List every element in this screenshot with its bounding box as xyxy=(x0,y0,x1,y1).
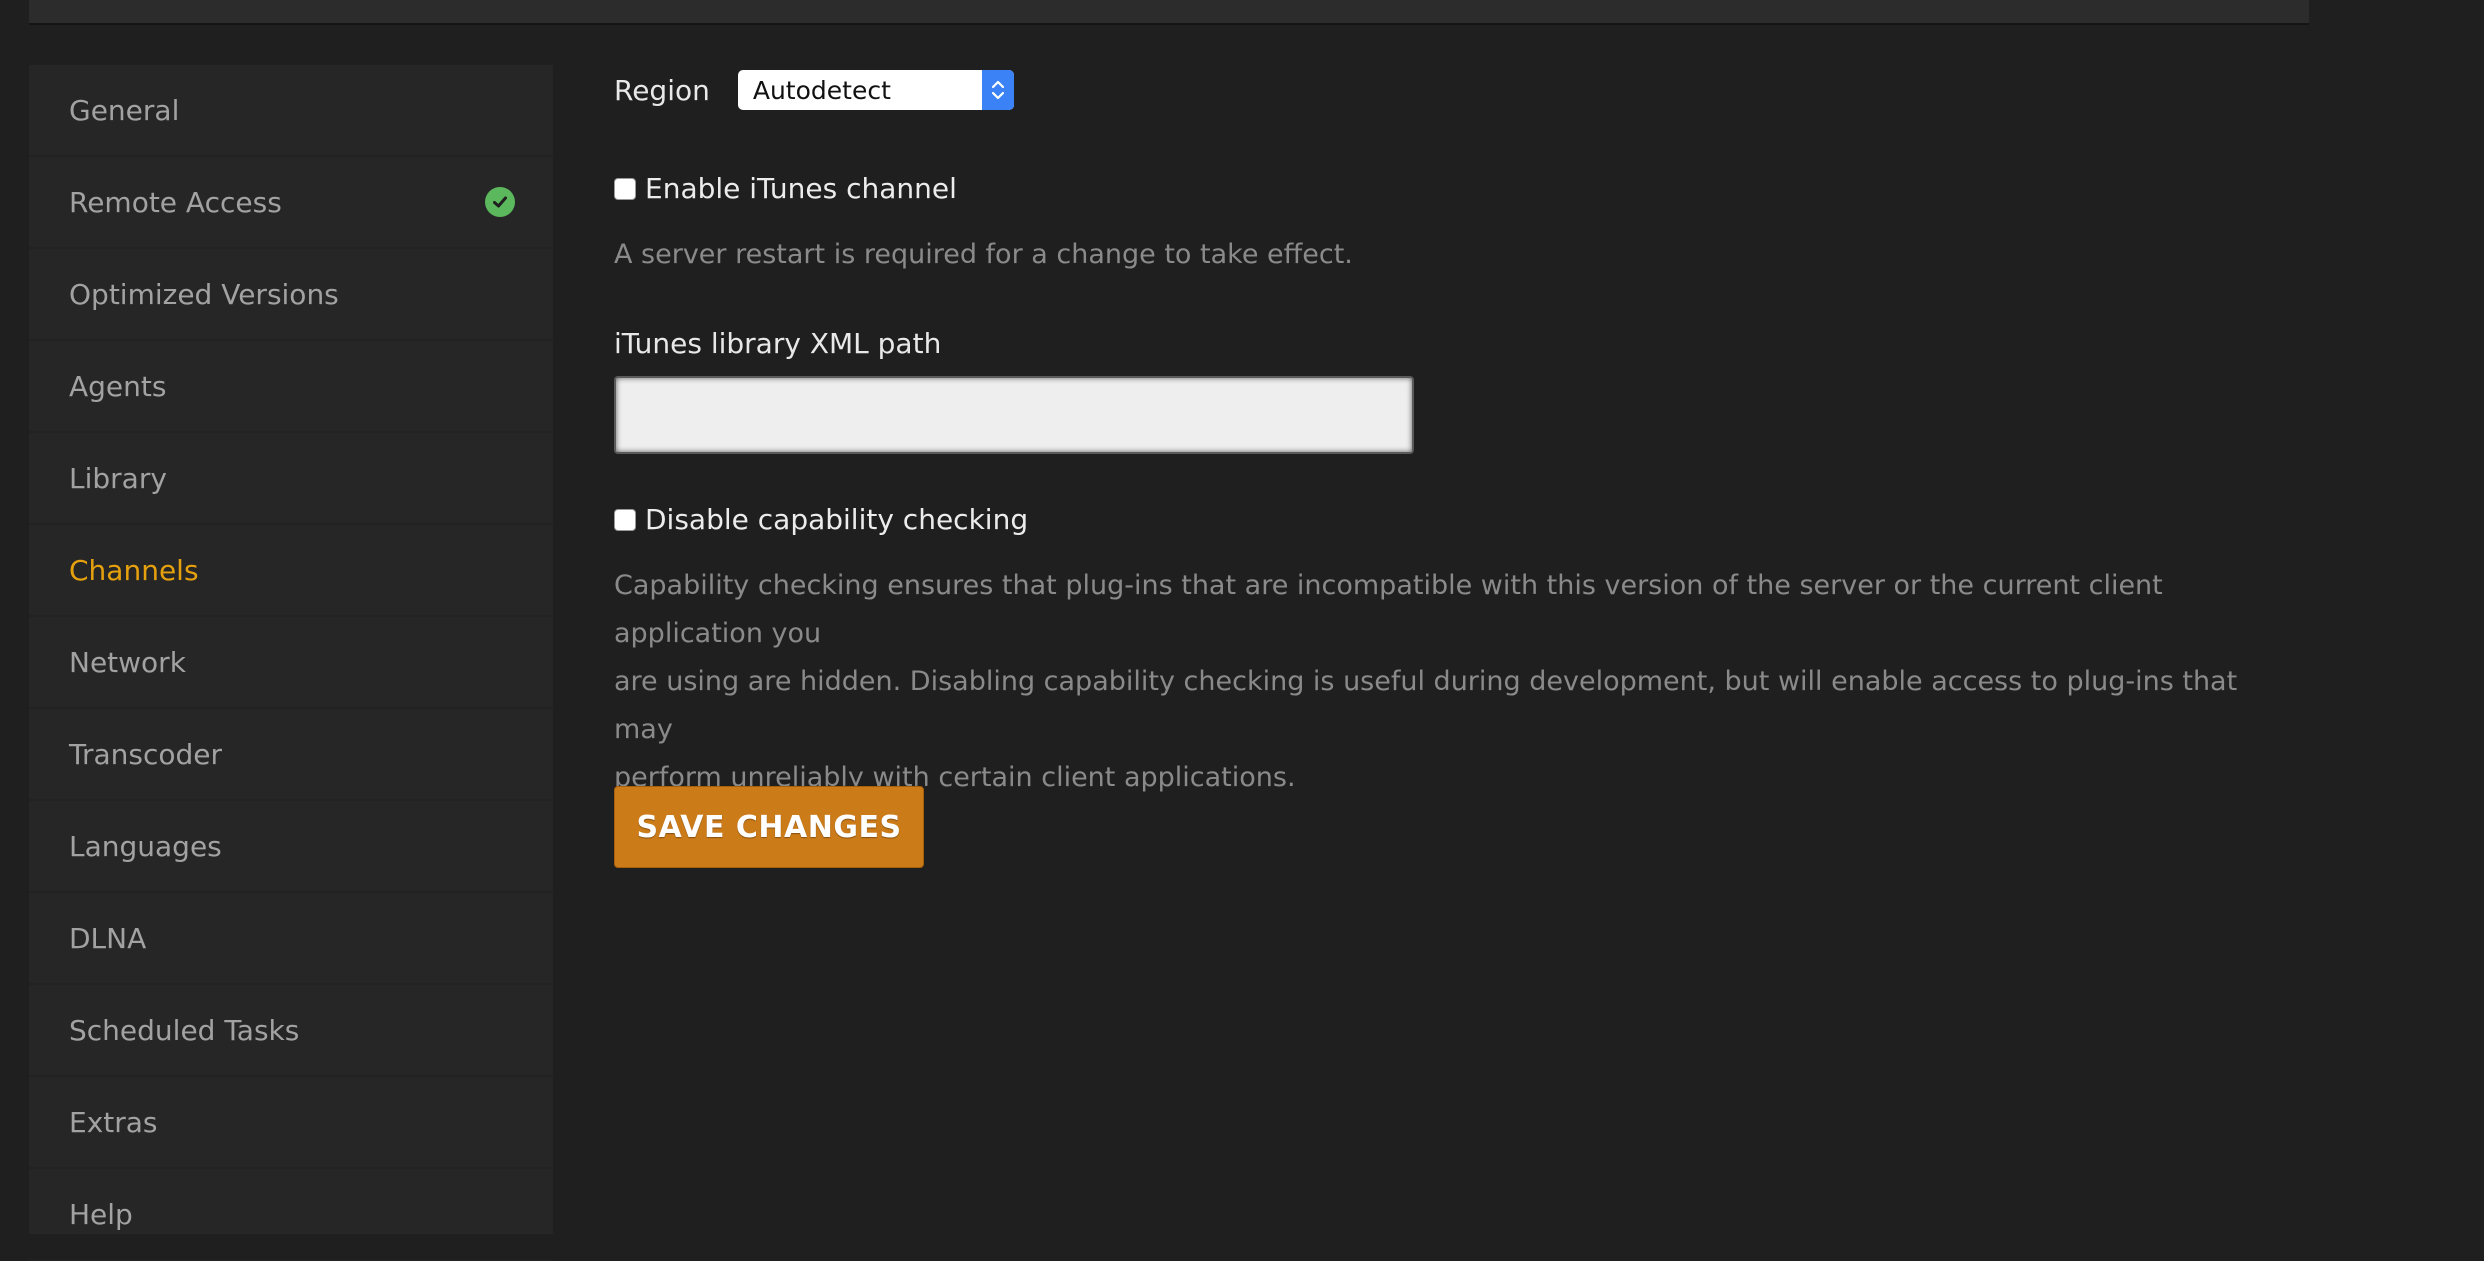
settings-sidebar: General Remote Access Optimized Versions… xyxy=(29,65,553,1261)
select-arrows-icon xyxy=(981,70,1014,110)
sidebar-item-help[interactable]: Help xyxy=(29,1169,553,1261)
sidebar-item-dlna[interactable]: DLNA xyxy=(29,893,553,985)
itunes-path-input[interactable] xyxy=(614,376,1414,454)
sidebar-item-label: Extras xyxy=(69,1105,158,1139)
sidebar-item-label: Languages xyxy=(69,829,222,863)
enable-itunes-row: Enable iTunes channel xyxy=(614,172,957,205)
sidebar-item-label: Remote Access xyxy=(69,185,282,219)
sidebar-item-optimized-versions[interactable]: Optimized Versions xyxy=(29,249,553,341)
region-row: Region Autodetect xyxy=(614,70,1014,110)
sidebar-item-languages[interactable]: Languages xyxy=(29,801,553,893)
disable-capability-row: Disable capability checking xyxy=(614,503,1028,536)
enable-itunes-label[interactable]: Enable iTunes channel xyxy=(645,172,957,205)
sidebar-item-agents[interactable]: Agents xyxy=(29,341,553,433)
sidebar-item-scheduled-tasks[interactable]: Scheduled Tasks xyxy=(29,985,553,1077)
sidebar-item-transcoder[interactable]: Transcoder xyxy=(29,709,553,801)
itunes-restart-help: A server restart is required for a chang… xyxy=(614,239,1353,270)
region-select[interactable]: Autodetect xyxy=(737,70,1014,110)
region-selected-value: Autodetect xyxy=(752,75,891,105)
sidebar-item-label: Agents xyxy=(69,369,167,403)
sidebar-item-label: Scheduled Tasks xyxy=(69,1013,300,1047)
disable-capability-label[interactable]: Disable capability checking xyxy=(645,503,1028,536)
sidebar-item-label: Network xyxy=(69,645,186,679)
sidebar-item-library[interactable]: Library xyxy=(29,433,553,525)
sidebar-item-extras[interactable]: Extras xyxy=(29,1077,553,1169)
region-label: Region xyxy=(614,73,710,107)
capability-help-line: Capability checking ensures that plug-in… xyxy=(614,570,2163,649)
sidebar-item-label: General xyxy=(69,93,180,127)
sidebar-item-label: Channels xyxy=(69,553,199,587)
sidebar-item-remote-access[interactable]: Remote Access xyxy=(29,157,553,249)
sidebar-item-label: Optimized Versions xyxy=(69,277,339,311)
sidebar-item-channels[interactable]: Channels xyxy=(29,525,553,617)
sidebar-item-label: Transcoder xyxy=(69,737,223,771)
enable-itunes-checkbox[interactable] xyxy=(614,177,636,200)
save-changes-button[interactable]: SAVE CHANGES xyxy=(614,786,924,868)
sidebar-item-label: Help xyxy=(69,1197,133,1231)
sidebar-item-general[interactable]: General xyxy=(29,65,553,157)
capability-help-line: are using are hidden. Disabling capabili… xyxy=(614,666,2238,745)
sidebar-item-label: DLNA xyxy=(69,921,147,955)
check-circle-icon xyxy=(485,187,515,217)
sidebar-item-network[interactable]: Network xyxy=(29,617,553,709)
capability-help: Capability checking ensures that plug-in… xyxy=(614,562,2304,802)
sidebar-item-label: Library xyxy=(69,461,167,495)
channels-settings-panel: Region Autodetect Enable iTunes channel … xyxy=(614,0,2304,1234)
disable-capability-checkbox[interactable] xyxy=(614,508,636,531)
itunes-path-label: iTunes library XML path xyxy=(614,327,942,360)
